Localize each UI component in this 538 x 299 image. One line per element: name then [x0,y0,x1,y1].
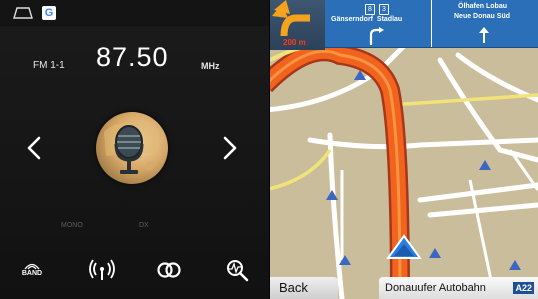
signpost: 8 3 Gänserndorf Stadlau Ölhafen Lobau Ne… [325,0,538,48]
signpost-right-line2: Neue Donau Süd [454,13,511,20]
status-bar: G [0,0,269,26]
chevron-left-icon[interactable] [23,135,45,161]
navigation-panel: 200 m 8 3 Gänserndorf Stadlau Ölhafen Lo… [270,0,538,299]
back-button[interactable]: Back [270,277,338,299]
next-turn-panel[interactable]: 200 m [270,0,325,50]
turn-left-arrow-icon [272,0,310,37]
google-icon[interactable]: G [42,6,56,20]
band-button-label: BAND [21,270,43,277]
radio-panel: G FM 1-1 87.50 MHz MONO DX BAND [0,0,270,299]
turn-distance: 200 m [283,38,306,47]
signpost-right-line1: Ölhafen Lobau [458,3,507,10]
signpost-left-text: Gänserndorf Stadlau [331,16,403,23]
chevron-right-icon[interactable] [219,135,241,161]
straight-arrow-icon [479,27,489,43]
home-icon[interactable] [13,7,33,19]
frequency-display: 87.50 [96,42,169,72]
signpost-right: Ölhafen Lobau Neue Donau Süd [432,0,538,47]
search-scan-icon[interactable] [222,258,252,282]
microphone-icon [104,122,160,174]
exit-arrow-icon [369,27,384,45]
frequency-unit: MHz [201,61,220,71]
band-label: FM 1-1 [33,60,65,71]
street-name: Donauufer Autobahn [385,282,486,294]
band-button[interactable]: BAND [17,258,47,282]
stereo-icon[interactable] [154,258,184,282]
current-street: Donauufer Autobahn A22 [379,277,538,299]
mono-indicator: MONO [61,222,83,229]
signpost-left: 8 3 Gänserndorf Stadlau [325,0,432,47]
station-logo [96,112,168,184]
route-number: 3 [379,4,389,15]
road-number-badge: A22 [513,282,534,294]
signal-antenna-icon[interactable] [87,258,117,282]
dx-indicator: DX [139,222,149,229]
route-number: 8 [365,4,375,15]
